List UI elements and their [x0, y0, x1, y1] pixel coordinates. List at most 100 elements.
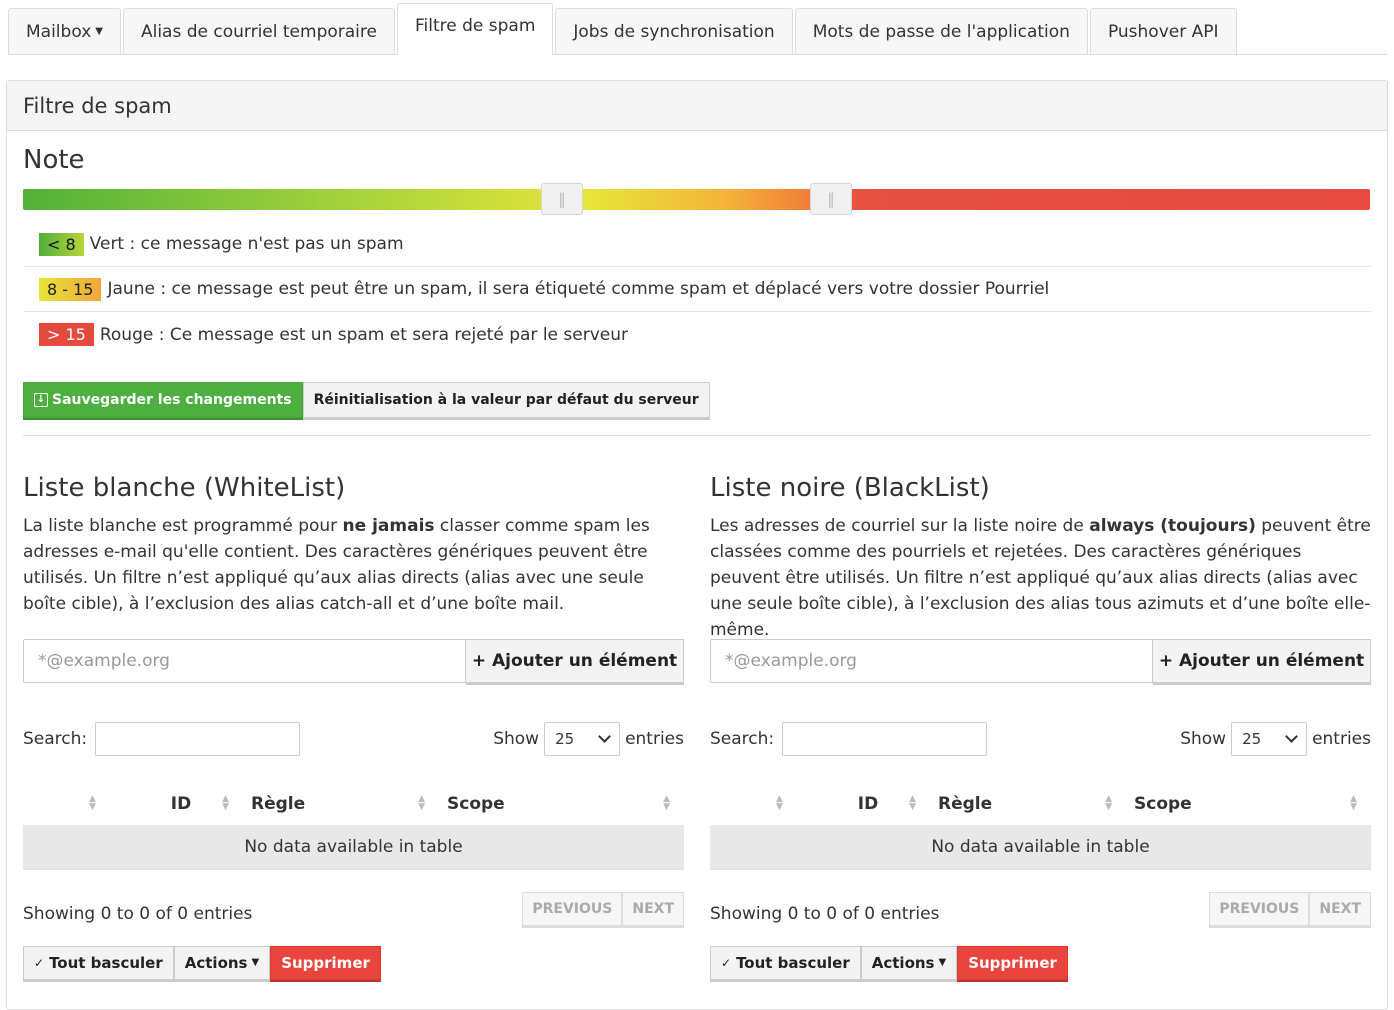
col-scope[interactable]: Scope ▲ ▼ [439, 783, 684, 825]
blacklist-add-button[interactable]: + Ajouter un élément [1153, 639, 1371, 683]
previous-button[interactable]: PREVIOUS [522, 891, 623, 926]
delete-button[interactable]: Supprimer [270, 945, 381, 980]
whitelist-add-group: *@example.org + Ajouter un élément [23, 639, 684, 683]
col-select[interactable]: ▲ ▼ [23, 783, 119, 825]
sort-icon: ▲ ▼ [222, 794, 229, 812]
spam-settings-actions: ↓ Sauvegarder les changements Réinitiali… [23, 382, 710, 418]
chevron-down-icon [1285, 730, 1298, 743]
whitelist-section: Liste blanche (WhiteList) La liste blanc… [23, 468, 684, 980]
whitelist-add-button[interactable]: + Ajouter un élément [466, 639, 684, 683]
sort-icon: ▲ ▼ [1350, 794, 1357, 812]
chevron-down-icon [598, 730, 611, 743]
whitelist-table-controls: Search: Show 25 entries [23, 721, 684, 757]
entries-label: entries [1312, 729, 1371, 749]
tab-pushover[interactable]: Pushover API [1089, 8, 1237, 54]
blacklist-description: Les adresses de courriel sur la liste no… [710, 516, 1371, 640]
reset-default-button[interactable]: Réinitialisation à la valeur par défaut … [302, 382, 710, 418]
blacklist-bulk-actions: ✓ Tout basculer Actions ▼ Supprimer [710, 945, 1371, 980]
sort-icon: ▲ ▼ [776, 794, 783, 812]
previous-button[interactable]: PREVIOUS [1209, 891, 1310, 926]
pagination: PREVIOUS NEXT [1209, 891, 1371, 926]
score-chip-green: < 8 [39, 232, 84, 256]
actions-dropdown[interactable]: Actions ▼ [860, 945, 958, 980]
whitelist-table: ▲ ▼ ID ▲ ▼ Règle ▲ ▼ Scope ▲ ▼ No data availabl… [23, 783, 684, 870]
check-icon: ✓ [721, 955, 732, 970]
legend-text: Rouge : Ce message est un spam et sera r… [99, 324, 628, 345]
tab-label: Mots de passe de l'application [812, 21, 1070, 42]
section-divider [23, 435, 1371, 436]
col-select[interactable]: ▲ ▼ [710, 783, 806, 825]
slider-handle-min[interactable]: ‖ [541, 183, 583, 215]
table-info: Showing 0 to 0 of 0 entries [23, 903, 253, 924]
blacklist-page-length-select[interactable]: 25 [1231, 722, 1308, 756]
tab-label: Mailbox [26, 21, 92, 42]
table-info: Showing 0 to 0 of 0 entries [710, 903, 940, 924]
delete-button[interactable]: Supprimer [957, 945, 1068, 980]
sort-icon: ▲ ▼ [663, 794, 670, 812]
legend-row-yellow: 8 - 15 Jaune : ce message est peut être … [23, 267, 1371, 312]
pagination: PREVIOUS NEXT [522, 891, 684, 926]
empty-table-message: No data available in table [710, 825, 1371, 870]
nav-tabs: Mailbox ▼ Alias de courriel temporaire F… [8, 3, 1388, 55]
entries-label: entries [625, 729, 684, 749]
caret-down-icon: ▼ [251, 957, 260, 968]
reset-label: Réinitialisation à la valeur par défaut … [313, 392, 699, 408]
toggle-all-button[interactable]: ✓ Tout basculer [710, 945, 861, 980]
col-rule[interactable]: Règle ▲ ▼ [930, 783, 1126, 825]
sort-icon: ▲ ▼ [1105, 794, 1112, 812]
sort-icon: ▲ ▼ [418, 794, 425, 812]
blacklist-add-group: *@example.org + Ajouter un élément [710, 639, 1371, 683]
search-label: Search: [710, 729, 775, 749]
page-length: Show 25 entries [1180, 722, 1371, 756]
col-rule[interactable]: Règle ▲ ▼ [243, 783, 439, 825]
tab-sync-jobs[interactable]: Jobs de synchronisation [555, 8, 793, 54]
actions-dropdown[interactable]: Actions ▼ [173, 945, 271, 980]
note-heading: Note [23, 145, 85, 175]
tab-temp-alias[interactable]: Alias de courriel temporaire [122, 8, 395, 54]
caret-down-icon: ▼ [95, 26, 103, 37]
col-scope[interactable]: Scope ▲ ▼ [1126, 783, 1371, 825]
sort-icon: ▲ ▼ [89, 794, 96, 812]
select-value: 25 [1242, 730, 1262, 748]
blacklist-title: Liste noire (BlackList) [710, 473, 990, 503]
tab-label: Pushover API [1107, 21, 1219, 42]
check-icon: ✓ [34, 955, 45, 970]
tab-mailbox[interactable]: Mailbox ▼ [8, 8, 121, 54]
empty-table-message: No data available in table [23, 825, 684, 870]
whitelist-input[interactable]: *@example.org [23, 639, 466, 683]
tab-app-passwords[interactable]: Mots de passe de l'application [794, 8, 1088, 54]
spam-score-slider[interactable]: ‖ ‖ [23, 183, 1370, 215]
col-id[interactable]: ID ▲ ▼ [806, 783, 930, 825]
sort-icon: ▲ ▼ [909, 794, 916, 812]
slider-handle-max[interactable]: ‖ [810, 183, 852, 215]
show-label: Show [493, 729, 540, 749]
blacklist-input[interactable]: *@example.org [710, 639, 1153, 683]
score-chip-yellow: 8 - 15 [39, 277, 102, 301]
caret-down-icon: ▼ [938, 957, 947, 968]
search-label: Search: [23, 729, 88, 749]
legend-row-red: > 15 Rouge : Ce message est un spam et s… [23, 312, 1371, 357]
tab-spam-filter[interactable]: Filtre de spam [396, 3, 554, 55]
score-chip-red: > 15 [39, 323, 94, 346]
whitelist-bulk-actions: ✓ Tout basculer Actions ▼ Supprimer [23, 945, 684, 980]
toggle-all-button[interactable]: ✓ Tout basculer [23, 945, 174, 980]
col-id[interactable]: ID ▲ ▼ [119, 783, 243, 825]
save-changes-button[interactable]: ↓ Sauvegarder les changements [23, 382, 303, 418]
blacklist-table-controls: Search: Show 25 entries [710, 721, 1371, 757]
legend-text: Jaune : ce message est peut être un spam… [107, 279, 1050, 299]
save-icon: ↓ [34, 393, 48, 407]
whitelist-title: Liste blanche (WhiteList) [23, 473, 346, 503]
legend-text: Vert : ce message n'est pas un spam [89, 234, 404, 254]
blacklist-search-input[interactable] [782, 722, 988, 756]
select-value: 25 [555, 730, 575, 748]
blacklist-section: Liste noire (BlackList) Les adresses de … [710, 468, 1371, 980]
whitelist-search-input[interactable] [95, 722, 301, 756]
legend-row-green: < 8 Vert : ce message n'est pas un spam [23, 222, 1371, 267]
blacklist-table: ▲ ▼ ID ▲ ▼ Règle ▲ ▼ Scope ▲ ▼ No data availabl… [710, 783, 1371, 870]
next-button[interactable]: NEXT [622, 891, 684, 926]
tab-label: Jobs de synchronisation [573, 21, 775, 42]
score-legend: < 8 Vert : ce message n'est pas un spam … [23, 222, 1371, 357]
panel-title: Filtre de spam [7, 81, 1387, 131]
whitelist-page-length-select[interactable]: 25 [544, 722, 621, 756]
next-button[interactable]: NEXT [1309, 891, 1371, 926]
